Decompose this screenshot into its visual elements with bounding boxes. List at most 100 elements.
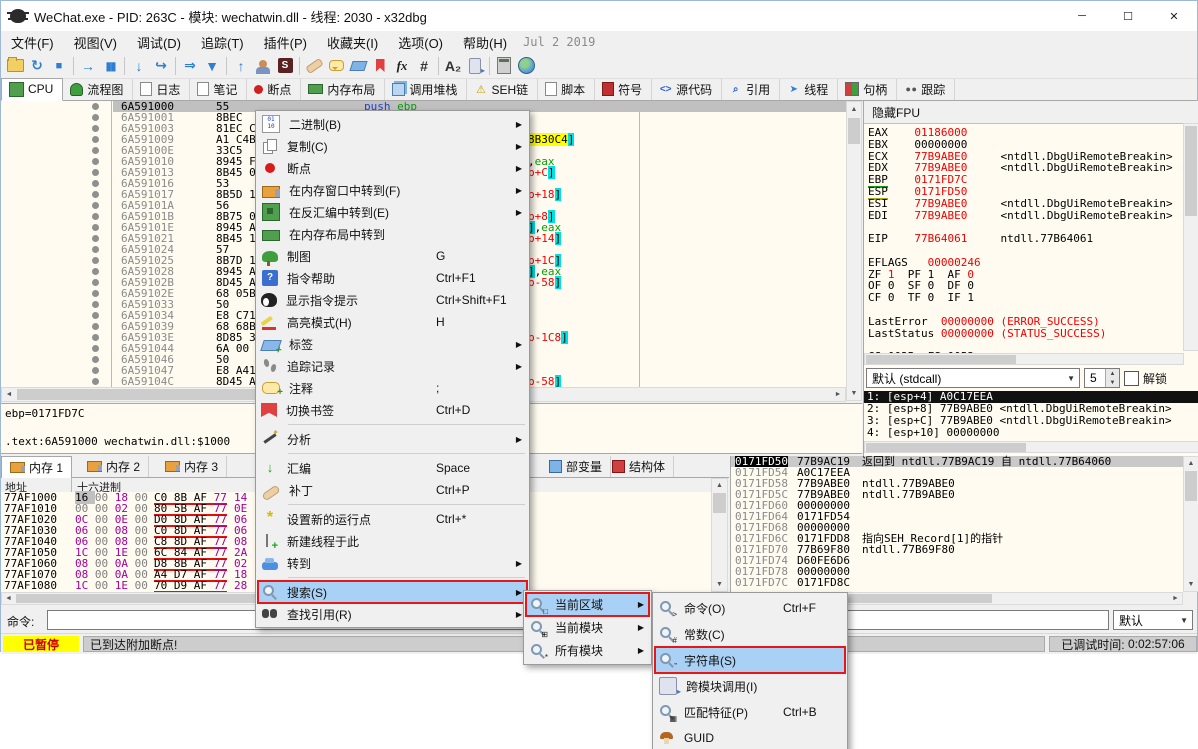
breakpoint-gutter-dot[interactable] bbox=[92, 180, 99, 187]
menu-item-断点[interactable]: 断点▶ bbox=[258, 157, 527, 179]
calculator-icon[interactable] bbox=[493, 55, 515, 77]
menu-item-二进制B[interactable]: 01 10二进制(B)▶ bbox=[258, 113, 527, 135]
run-to-user-icon[interactable]: ⇒ bbox=[179, 55, 201, 77]
close-button[interactable]: ✕ bbox=[1151, 1, 1197, 31]
calling-convention-select[interactable]: 默认 (stdcall) ▼ bbox=[866, 368, 1080, 388]
fx-icon[interactable]: fx bbox=[391, 55, 413, 77]
dump-vscrollbar[interactable]: ▲ ▼ bbox=[711, 478, 728, 592]
breakpoint-gutter-dot[interactable] bbox=[92, 246, 99, 253]
breakpoint-gutter-dot[interactable] bbox=[92, 257, 99, 264]
tab-内存 1[interactable]: 内存 1 bbox=[1, 456, 72, 479]
breakpoint-gutter-dot[interactable] bbox=[92, 290, 99, 297]
breakpoint-gutter-dot[interactable] bbox=[92, 378, 99, 385]
menu-item-当前模块[interactable]: ⊞当前模块▶ bbox=[526, 616, 649, 639]
menubar-item[interactable]: 选项(O) bbox=[388, 31, 453, 54]
tab-跟踪[interactable]: ● ●跟踪 bbox=[897, 79, 955, 100]
stop-icon[interactable]: ■ bbox=[48, 55, 70, 77]
menu-item-搜索S[interactable]: 搜索(S)▶ bbox=[258, 581, 527, 603]
menubar-item[interactable]: 追踪(T) bbox=[191, 31, 254, 54]
open-file-icon[interactable] bbox=[4, 55, 26, 77]
menu-item-当前区域[interactable]: □当前区域▶ bbox=[526, 593, 649, 616]
menubar-item[interactable]: 插件(P) bbox=[254, 31, 317, 54]
s-badge-icon[interactable]: S bbox=[274, 55, 296, 77]
step-out-icon[interactable]: ↑ bbox=[230, 55, 252, 77]
menu-item-制图[interactable]: 制图G bbox=[258, 245, 527, 267]
menu-item-跨模块调用I[interactable]: 跨模块调用(I) bbox=[655, 673, 845, 699]
tab-符号[interactable]: 符号 bbox=[595, 79, 652, 100]
tab-引用[interactable]: ⌕引用 bbox=[722, 79, 780, 100]
stack-view[interactable]: 0171FD5077B9AC19返回到 ntdll.77B9AC19 自 ntd… bbox=[730, 456, 1183, 592]
stack-row[interactable]: 0171FD7C0171FD8C bbox=[731, 577, 1183, 588]
menu-item-复制C[interactable]: 复制(C)▶ bbox=[258, 135, 527, 157]
breakpoint-gutter-dot[interactable] bbox=[92, 279, 99, 286]
breakpoint-gutter-dot[interactable] bbox=[92, 268, 99, 275]
breakpoint-gutter-dot[interactable] bbox=[92, 158, 99, 165]
tab-源代码[interactable]: <>源代码 bbox=[652, 79, 722, 100]
registers-panel[interactable]: 隐藏FPU EAX 01186000EBX 00000000ECX 77B9AB… bbox=[863, 101, 1198, 456]
stack-vscrollbar[interactable]: ▲ ▼ bbox=[1183, 456, 1198, 592]
breakpoint-gutter-dot[interactable] bbox=[92, 356, 99, 363]
registers-vscrollbar[interactable] bbox=[1183, 123, 1198, 351]
breakpoint-gutter-dot[interactable] bbox=[92, 312, 99, 319]
breakpoint-gutter-dot[interactable] bbox=[92, 224, 99, 231]
registers-hscrollbar[interactable] bbox=[864, 353, 1184, 365]
breakpoint-gutter-dot[interactable] bbox=[92, 114, 99, 121]
tab-线程[interactable]: ➤线程 bbox=[780, 79, 838, 100]
menu-item-设置新的运行点[interactable]: *设置新的运行点Ctrl+* bbox=[258, 508, 527, 530]
unlock-checkbox[interactable] bbox=[1124, 371, 1139, 386]
breakpoint-gutter-dot[interactable] bbox=[92, 323, 99, 330]
breakpoint-gutter-dot[interactable] bbox=[92, 125, 99, 132]
menu-item-转到[interactable]: 转到▶ bbox=[258, 552, 527, 574]
breakpoint-gutter-dot[interactable] bbox=[92, 202, 99, 209]
breakpoint-gutter-dot[interactable] bbox=[92, 169, 99, 176]
tab-内存布局[interactable]: 内存布局 bbox=[301, 79, 385, 100]
internet-icon[interactable] bbox=[515, 55, 537, 77]
menu-item-切换书签[interactable]: 切换书签Ctrl+D bbox=[258, 399, 527, 421]
breakpoint-gutter-dot[interactable] bbox=[92, 136, 99, 143]
breakpoint-gutter-dot[interactable] bbox=[92, 301, 99, 308]
menu-item-在反汇编中转到E[interactable]: 在反汇编中转到(E)▶ bbox=[258, 201, 527, 223]
step-over-icon[interactable]: ↪ bbox=[150, 55, 172, 77]
argument-row[interactable]: 4: [esp+10] 00000000 bbox=[864, 427, 1198, 439]
hash-icon[interactable]: # bbox=[413, 55, 435, 77]
menu-item-标签[interactable]: 标签▶ bbox=[258, 333, 527, 355]
tab-脚本[interactable]: 脚本 bbox=[538, 79, 595, 100]
breakpoint-gutter-dot[interactable] bbox=[92, 213, 99, 220]
menu-item-在内存布局中转到[interactable]: 在内存布局中转到 bbox=[258, 223, 527, 245]
menu-item-常数C[interactable]: #常数(C) bbox=[655, 621, 845, 647]
menu-item-匹配特征P[interactable]: ▦匹配特征(P)Ctrl+B bbox=[655, 699, 845, 725]
arguments-hscrollbar[interactable] bbox=[864, 441, 1198, 453]
tab-CPU[interactable]: CPU bbox=[1, 78, 63, 101]
tab-结构体[interactable]: 结构体 bbox=[604, 456, 674, 477]
arg-count-spinner[interactable]: 5 ▲▼ bbox=[1084, 368, 1120, 388]
menubar-item[interactable]: 调试(D) bbox=[127, 31, 191, 54]
menu-item-命令O[interactable]: >命令(O)Ctrl+F bbox=[655, 595, 845, 621]
restart-icon[interactable]: ↻ bbox=[26, 55, 48, 77]
tab-日志[interactable]: 日志 bbox=[133, 79, 190, 100]
command-profile-select[interactable]: 默认 ▼ bbox=[1113, 610, 1193, 630]
execute-till-return-icon[interactable]: ▼ bbox=[201, 55, 223, 77]
bookmarks-icon[interactable] bbox=[369, 55, 391, 77]
menu-item-显示指令提示[interactable]: 显示指令提示Ctrl+Shift+F1 bbox=[258, 289, 527, 311]
pause-icon[interactable]: ▮▮ bbox=[99, 55, 121, 77]
tab-句柄[interactable]: 句柄 bbox=[838, 79, 897, 100]
menu-item-追踪记录[interactable]: 追踪记录▶ bbox=[258, 355, 527, 377]
menu-item-在内存窗口中转到F[interactable]: 在内存窗口中转到(F)▶ bbox=[258, 179, 527, 201]
tab-部变量[interactable]: 部变量 bbox=[541, 456, 611, 477]
comments-icon[interactable] bbox=[325, 55, 347, 77]
tab-调用堆栈[interactable]: 调用堆栈 bbox=[385, 79, 467, 100]
tab-笔记[interactable]: 笔记 bbox=[190, 79, 247, 100]
menubar-item[interactable]: 收藏夹(I) bbox=[317, 31, 388, 54]
titlebar[interactable]: WeChat.exe - PID: 263C - 模块: wechatwin.d… bbox=[1, 1, 1197, 31]
tab-断点[interactable]: 断点 bbox=[247, 79, 301, 100]
arguments-list[interactable]: 1: [esp+4] A0C17EEA2: [esp+8] 77B9ABE0 <… bbox=[864, 391, 1198, 439]
menubar-item[interactable]: 视图(V) bbox=[64, 31, 127, 54]
menu-item-字符串S[interactable]: ‟字符串(S) bbox=[655, 647, 845, 673]
step-into-icon[interactable]: ↓ bbox=[128, 55, 150, 77]
menu-item-GUID[interactable]: GUID bbox=[655, 725, 845, 749]
menu-item-补丁[interactable]: 补丁Ctrl+P bbox=[258, 479, 527, 501]
patch-icon[interactable] bbox=[303, 55, 325, 77]
disasm-vscrollbar[interactable]: ▲ ▼ bbox=[846, 101, 862, 401]
menubar-item[interactable]: 帮助(H) bbox=[453, 31, 517, 54]
menu-item-查找引用R[interactable]: 查找引用(R)▶ bbox=[258, 603, 527, 625]
